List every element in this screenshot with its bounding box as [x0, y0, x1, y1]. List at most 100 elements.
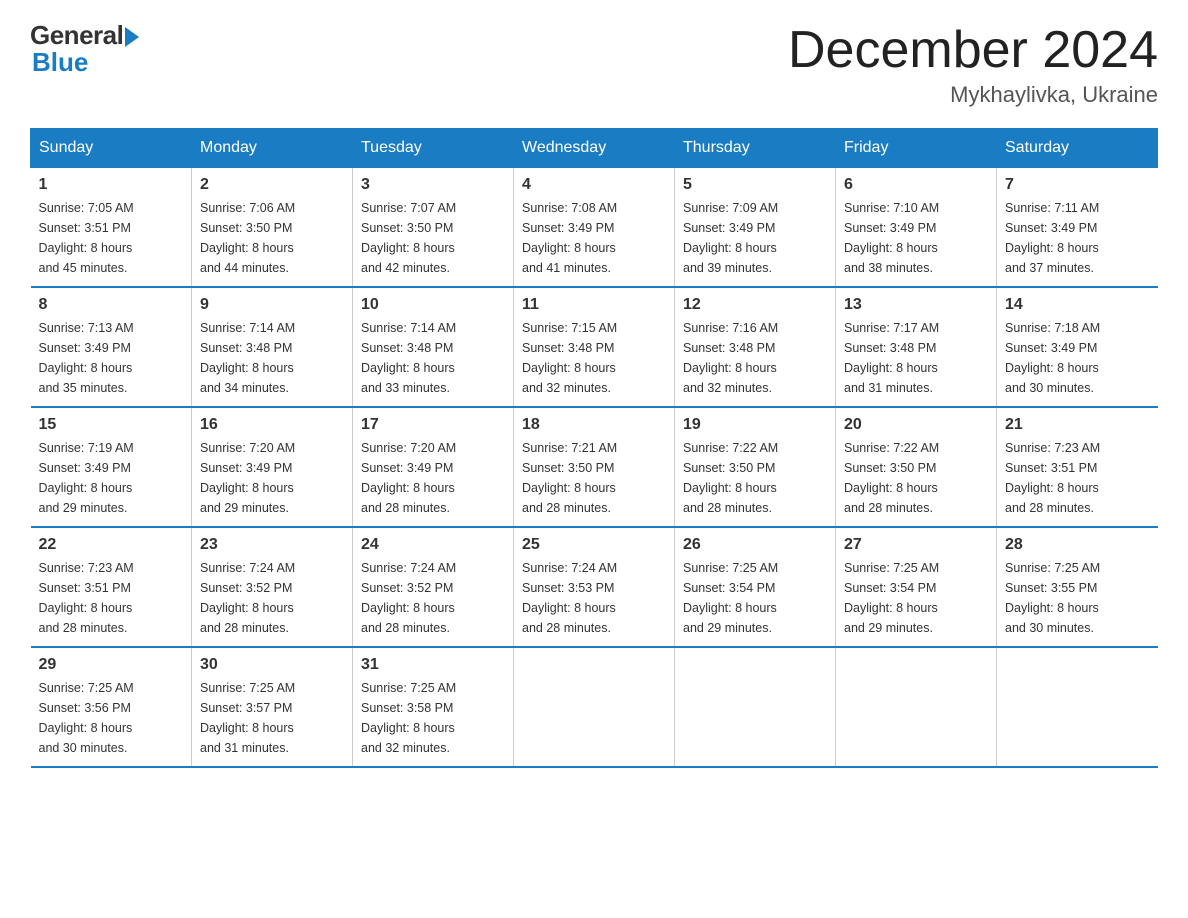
day-number: 27	[844, 536, 988, 554]
calendar-week-3: 15 Sunrise: 7:19 AMSunset: 3:49 PMDaylig…	[31, 407, 1158, 527]
day-number: 1	[39, 176, 184, 194]
logo: General Blue	[30, 20, 139, 78]
day-number: 23	[200, 536, 344, 554]
day-number: 7	[1005, 176, 1150, 194]
day-number: 16	[200, 416, 344, 434]
weekday-header-monday: Monday	[192, 129, 353, 168]
day-number: 5	[683, 176, 827, 194]
month-title: December 2024	[788, 20, 1158, 80]
day-info: Sunrise: 7:07 AMSunset: 3:50 PMDaylight:…	[361, 201, 456, 275]
day-number: 29	[39, 656, 184, 674]
day-info: Sunrise: 7:24 AMSunset: 3:53 PMDaylight:…	[522, 561, 617, 635]
calendar-week-5: 29 Sunrise: 7:25 AMSunset: 3:56 PMDaylig…	[31, 647, 1158, 767]
calendar-cell: 9 Sunrise: 7:14 AMSunset: 3:48 PMDayligh…	[192, 287, 353, 407]
day-number: 9	[200, 296, 344, 314]
calendar-cell: 24 Sunrise: 7:24 AMSunset: 3:52 PMDaylig…	[353, 527, 514, 647]
calendar-cell: 26 Sunrise: 7:25 AMSunset: 3:54 PMDaylig…	[675, 527, 836, 647]
day-info: Sunrise: 7:25 AMSunset: 3:54 PMDaylight:…	[844, 561, 939, 635]
calendar-cell: 14 Sunrise: 7:18 AMSunset: 3:49 PMDaylig…	[997, 287, 1158, 407]
day-number: 14	[1005, 296, 1150, 314]
calendar-cell: 1 Sunrise: 7:05 AMSunset: 3:51 PMDayligh…	[31, 168, 192, 288]
calendar-cell: 5 Sunrise: 7:09 AMSunset: 3:49 PMDayligh…	[675, 168, 836, 288]
day-info: Sunrise: 7:14 AMSunset: 3:48 PMDaylight:…	[361, 321, 456, 395]
calendar-cell: 22 Sunrise: 7:23 AMSunset: 3:51 PMDaylig…	[31, 527, 192, 647]
day-info: Sunrise: 7:20 AMSunset: 3:49 PMDaylight:…	[200, 441, 295, 515]
calendar-cell: 6 Sunrise: 7:10 AMSunset: 3:49 PMDayligh…	[836, 168, 997, 288]
calendar-cell: 10 Sunrise: 7:14 AMSunset: 3:48 PMDaylig…	[353, 287, 514, 407]
day-number: 22	[39, 536, 184, 554]
day-info: Sunrise: 7:25 AMSunset: 3:58 PMDaylight:…	[361, 681, 456, 755]
day-info: Sunrise: 7:10 AMSunset: 3:49 PMDaylight:…	[844, 201, 939, 275]
day-number: 19	[683, 416, 827, 434]
day-info: Sunrise: 7:18 AMSunset: 3:49 PMDaylight:…	[1005, 321, 1100, 395]
day-number: 13	[844, 296, 988, 314]
day-number: 2	[200, 176, 344, 194]
weekday-header-sunday: Sunday	[31, 129, 192, 168]
calendar-cell: 27 Sunrise: 7:25 AMSunset: 3:54 PMDaylig…	[836, 527, 997, 647]
calendar-cell: 20 Sunrise: 7:22 AMSunset: 3:50 PMDaylig…	[836, 407, 997, 527]
day-number: 17	[361, 416, 505, 434]
day-info: Sunrise: 7:09 AMSunset: 3:49 PMDaylight:…	[683, 201, 778, 275]
day-info: Sunrise: 7:14 AMSunset: 3:48 PMDaylight:…	[200, 321, 295, 395]
day-number: 12	[683, 296, 827, 314]
calendar-cell: 8 Sunrise: 7:13 AMSunset: 3:49 PMDayligh…	[31, 287, 192, 407]
calendar-cell: 29 Sunrise: 7:25 AMSunset: 3:56 PMDaylig…	[31, 647, 192, 767]
location-title: Mykhaylivka, Ukraine	[788, 82, 1158, 108]
day-number: 15	[39, 416, 184, 434]
day-number: 30	[200, 656, 344, 674]
day-info: Sunrise: 7:24 AMSunset: 3:52 PMDaylight:…	[200, 561, 295, 635]
day-info: Sunrise: 7:15 AMSunset: 3:48 PMDaylight:…	[522, 321, 617, 395]
calendar-cell	[514, 647, 675, 767]
calendar-week-1: 1 Sunrise: 7:05 AMSunset: 3:51 PMDayligh…	[31, 168, 1158, 288]
weekday-header-row: SundayMondayTuesdayWednesdayThursdayFrid…	[31, 129, 1158, 168]
weekday-header-friday: Friday	[836, 129, 997, 168]
day-info: Sunrise: 7:22 AMSunset: 3:50 PMDaylight:…	[844, 441, 939, 515]
day-info: Sunrise: 7:13 AMSunset: 3:49 PMDaylight:…	[39, 321, 134, 395]
calendar-cell: 2 Sunrise: 7:06 AMSunset: 3:50 PMDayligh…	[192, 168, 353, 288]
day-info: Sunrise: 7:25 AMSunset: 3:57 PMDaylight:…	[200, 681, 295, 755]
logo-arrow-icon	[125, 27, 139, 47]
day-info: Sunrise: 7:05 AMSunset: 3:51 PMDaylight:…	[39, 201, 134, 275]
day-number: 24	[361, 536, 505, 554]
calendar-cell	[997, 647, 1158, 767]
day-number: 10	[361, 296, 505, 314]
day-info: Sunrise: 7:25 AMSunset: 3:55 PMDaylight:…	[1005, 561, 1100, 635]
day-number: 11	[522, 296, 666, 314]
day-info: Sunrise: 7:23 AMSunset: 3:51 PMDaylight:…	[39, 561, 134, 635]
day-number: 25	[522, 536, 666, 554]
calendar-cell: 21 Sunrise: 7:23 AMSunset: 3:51 PMDaylig…	[997, 407, 1158, 527]
weekday-header-thursday: Thursday	[675, 129, 836, 168]
day-number: 20	[844, 416, 988, 434]
day-info: Sunrise: 7:22 AMSunset: 3:50 PMDaylight:…	[683, 441, 778, 515]
day-number: 21	[1005, 416, 1150, 434]
weekday-header-tuesday: Tuesday	[353, 129, 514, 168]
calendar-cell	[836, 647, 997, 767]
day-info: Sunrise: 7:17 AMSunset: 3:48 PMDaylight:…	[844, 321, 939, 395]
day-number: 26	[683, 536, 827, 554]
day-info: Sunrise: 7:08 AMSunset: 3:49 PMDaylight:…	[522, 201, 617, 275]
day-info: Sunrise: 7:21 AMSunset: 3:50 PMDaylight:…	[522, 441, 617, 515]
title-block: December 2024 Mykhaylivka, Ukraine	[788, 20, 1158, 108]
calendar-table: SundayMondayTuesdayWednesdayThursdayFrid…	[30, 128, 1158, 768]
day-info: Sunrise: 7:25 AMSunset: 3:56 PMDaylight:…	[39, 681, 134, 755]
calendar-cell: 23 Sunrise: 7:24 AMSunset: 3:52 PMDaylig…	[192, 527, 353, 647]
calendar-cell: 19 Sunrise: 7:22 AMSunset: 3:50 PMDaylig…	[675, 407, 836, 527]
day-number: 3	[361, 176, 505, 194]
day-info: Sunrise: 7:25 AMSunset: 3:54 PMDaylight:…	[683, 561, 778, 635]
calendar-cell: 13 Sunrise: 7:17 AMSunset: 3:48 PMDaylig…	[836, 287, 997, 407]
day-info: Sunrise: 7:06 AMSunset: 3:50 PMDaylight:…	[200, 201, 295, 275]
day-info: Sunrise: 7:19 AMSunset: 3:49 PMDaylight:…	[39, 441, 134, 515]
calendar-cell: 18 Sunrise: 7:21 AMSunset: 3:50 PMDaylig…	[514, 407, 675, 527]
calendar-cell: 11 Sunrise: 7:15 AMSunset: 3:48 PMDaylig…	[514, 287, 675, 407]
weekday-header-saturday: Saturday	[997, 129, 1158, 168]
weekday-header-wednesday: Wednesday	[514, 129, 675, 168]
calendar-cell: 3 Sunrise: 7:07 AMSunset: 3:50 PMDayligh…	[353, 168, 514, 288]
calendar-week-2: 8 Sunrise: 7:13 AMSunset: 3:49 PMDayligh…	[31, 287, 1158, 407]
day-number: 8	[39, 296, 184, 314]
day-number: 31	[361, 656, 505, 674]
day-info: Sunrise: 7:20 AMSunset: 3:49 PMDaylight:…	[361, 441, 456, 515]
day-info: Sunrise: 7:23 AMSunset: 3:51 PMDaylight:…	[1005, 441, 1100, 515]
day-number: 28	[1005, 536, 1150, 554]
calendar-cell: 25 Sunrise: 7:24 AMSunset: 3:53 PMDaylig…	[514, 527, 675, 647]
calendar-week-4: 22 Sunrise: 7:23 AMSunset: 3:51 PMDaylig…	[31, 527, 1158, 647]
